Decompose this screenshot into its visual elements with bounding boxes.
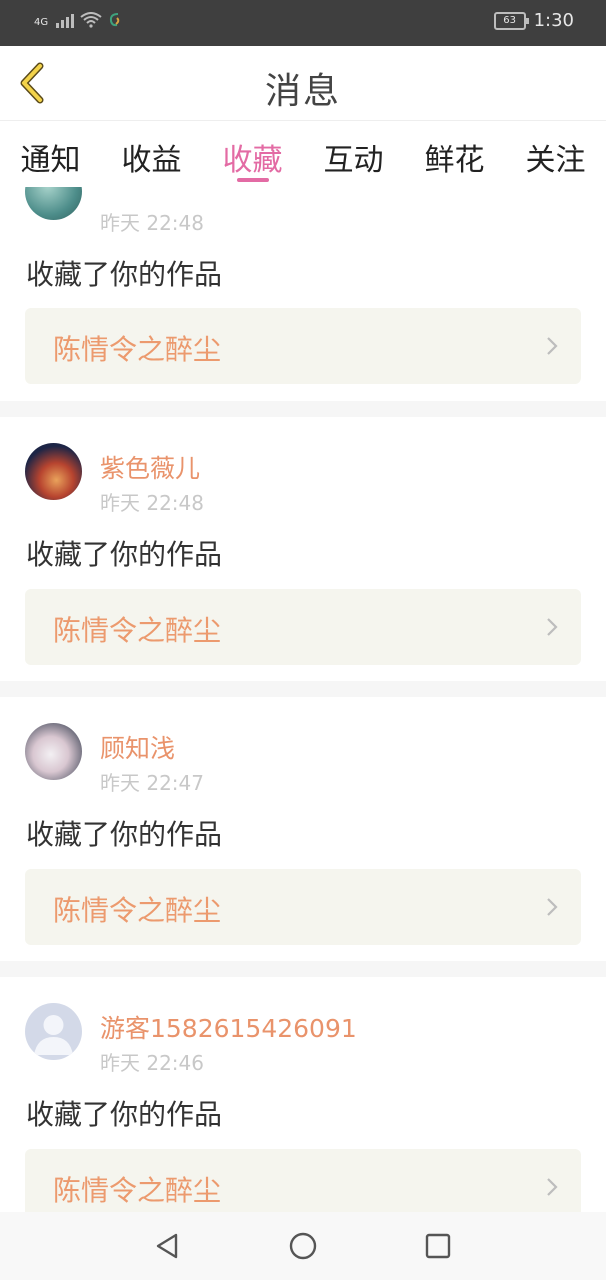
system-nav-bar: [0, 1212, 606, 1280]
wifi-icon: [80, 12, 102, 28]
tab-earnings[interactable]: 收益: [101, 121, 202, 187]
tab-label: 收藏: [222, 143, 283, 178]
work-title: 陈情令之醉尘: [53, 1174, 222, 1207]
page-title: 消息: [264, 71, 341, 112]
clock: 1:30: [533, 10, 574, 31]
chevron-right-icon: [547, 898, 558, 916]
tab-label: 互动: [323, 143, 384, 178]
timestamp: 昨天 22:47: [100, 771, 204, 795]
timestamp: 昨天 22:46: [100, 1051, 204, 1075]
work-link[interactable]: 陈情令之醉尘: [25, 869, 581, 945]
default-user-icon: [34, 1015, 73, 1055]
user-avatar[interactable]: [25, 443, 82, 500]
app-notification-icon: [110, 13, 120, 27]
tab-label: 收益: [121, 143, 182, 178]
work-title: 陈情令之醉尘: [53, 333, 222, 366]
username[interactable]: 游客1582615426091: [100, 1009, 357, 1045]
chevron-right-icon: [547, 618, 558, 636]
battery-icon: 63: [493, 11, 529, 30]
app-header: 消息: [0, 46, 606, 121]
tab-notifications[interactable]: 通知: [0, 121, 101, 187]
divider: [0, 681, 606, 697]
battery-level: 63: [503, 14, 516, 26]
divider: [0, 961, 606, 977]
list-item: 紫色薇儿 昨天 22:48 收藏了你的作品 陈情令之醉尘: [0, 417, 606, 681]
timestamp: 昨天 22:48: [100, 211, 204, 235]
work-link[interactable]: 陈情令之醉尘: [25, 1149, 581, 1212]
action-text: 收藏了你的作品: [26, 1098, 223, 1131]
status-left: 4G: [34, 12, 122, 28]
user-avatar[interactable]: [25, 1003, 82, 1060]
square-recents-icon[interactable]: [422, 1230, 454, 1262]
network-type: 4G: [34, 17, 49, 28]
action-text: 收藏了你的作品: [26, 258, 223, 291]
list-item: 昨天 22:48 收藏了你的作品 陈情令之醉尘: [0, 187, 606, 395]
username[interactable]: 紫色薇儿: [100, 449, 200, 485]
tab-label: 通知: [20, 143, 81, 178]
status-bar: 4G 63 1:30: [0, 0, 606, 46]
tab-label: 关注: [525, 143, 586, 178]
list-item: 顾知浅 昨天 22:47 收藏了你的作品 陈情令之醉尘: [0, 697, 606, 961]
triangle-back-icon[interactable]: [152, 1230, 184, 1262]
tab-label: 鲜花: [424, 143, 485, 178]
user-avatar[interactable]: [25, 723, 82, 780]
timestamp: 昨天 22:48: [100, 491, 204, 515]
status-right: 63 1:30: [493, 10, 574, 31]
tab-indicator: [236, 178, 269, 182]
action-text: 收藏了你的作品: [26, 538, 223, 571]
work-title: 陈情令之醉尘: [53, 614, 222, 647]
signal-icon: [56, 12, 75, 28]
tab-interactions[interactable]: 互动: [303, 121, 404, 187]
work-link[interactable]: 陈情令之醉尘: [25, 308, 581, 384]
username[interactable]: 顾知浅: [100, 729, 175, 765]
tab-favorites[interactable]: 收藏: [202, 121, 303, 187]
tab-flowers[interactable]: 鲜花: [404, 121, 505, 187]
user-avatar[interactable]: [25, 187, 82, 220]
work-title: 陈情令之醉尘: [53, 894, 222, 927]
tab-follows[interactable]: 关注: [505, 121, 606, 187]
message-list[interactable]: 昨天 22:48 收藏了你的作品 陈情令之醉尘 紫色薇儿 昨天 22:48 收藏…: [0, 187, 606, 1212]
list-item: 游客1582615426091 昨天 22:46 收藏了你的作品 陈情令之醉尘: [0, 977, 606, 1212]
chevron-right-icon: [547, 1178, 558, 1196]
action-text: 收藏了你的作品: [26, 818, 223, 851]
circle-home-icon[interactable]: [287, 1230, 319, 1262]
work-link[interactable]: 陈情令之醉尘: [25, 589, 581, 665]
chevron-right-icon: [547, 337, 558, 355]
divider: [0, 401, 606, 417]
tab-bar: 通知 收益 收藏 互动 鲜花 关注: [0, 121, 606, 187]
